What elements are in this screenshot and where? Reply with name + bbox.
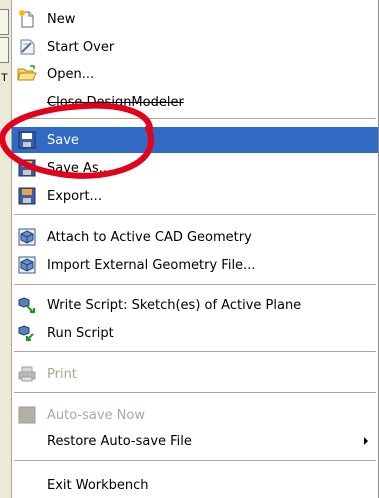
menu-item-import-geometry[interactable]: Import External Geometry File...: [12, 252, 378, 278]
menu-item-label: Close DesignModeler: [47, 94, 184, 110]
menu-item-label: Save As...: [47, 160, 112, 176]
start-over-icon: [17, 38, 37, 56]
new-document-icon: [17, 10, 37, 28]
menu-separator: [14, 392, 376, 393]
background-toolbar-button[interactable]: [0, 37, 9, 63]
menu-item-label: Write Script: Sketch(es) of Active Plane: [47, 297, 302, 313]
menu-item-new[interactable]: New: [12, 6, 378, 32]
background-toolbar-button[interactable]: [0, 9, 9, 35]
menu-item-auto-save-now[interactable]: Auto-save Now: [12, 402, 378, 428]
print-icon: [17, 365, 37, 383]
save-as-icon: [17, 159, 37, 177]
menu-item-save[interactable]: Save: [12, 127, 378, 153]
menu-item-save-as[interactable]: Save As...: [12, 155, 378, 181]
menu-item-attach-cad[interactable]: Attach to Active CAD Geometry: [12, 224, 378, 250]
menu-separator: [14, 214, 376, 215]
blank-icon: [17, 432, 37, 450]
save-disk-icon: [17, 131, 37, 149]
menu-item-close-designmodeler[interactable]: Close DesignModeler: [12, 89, 378, 115]
menu-item-open[interactable]: Open...: [12, 61, 378, 87]
menu-item-label: Export...: [47, 188, 102, 204]
menu-item-label: Restore Auto-save File: [47, 433, 192, 449]
submenu-arrow-icon: [364, 437, 368, 445]
menu-separator: [14, 118, 376, 119]
file-menu: New Start Over Open... Close DesignModel…: [11, 0, 379, 498]
menu-item-label: Auto-save Now: [47, 407, 145, 423]
menu-item-label: Run Script: [47, 325, 114, 341]
import-geometry-icon: [17, 256, 37, 274]
write-script-icon: [17, 296, 37, 314]
menu-item-export[interactable]: Export...: [12, 183, 378, 209]
menu-item-print[interactable]: Print: [12, 361, 378, 387]
menu-item-label: Import External Geometry File...: [47, 257, 256, 273]
menu-item-run-script[interactable]: Run Script: [12, 320, 378, 346]
menu-item-label: Print: [47, 366, 77, 382]
auto-save-icon: [17, 406, 37, 424]
blank-icon: [17, 93, 37, 111]
menu-item-restore-auto-save[interactable]: Restore Auto-save File: [12, 428, 378, 454]
menu-item-write-script[interactable]: Write Script: Sketch(es) of Active Plane: [12, 292, 378, 318]
menu-item-start-over[interactable]: Start Over: [12, 34, 378, 60]
attach-cad-icon: [17, 228, 37, 246]
menu-separator: [14, 284, 376, 285]
blank-icon: [17, 476, 37, 494]
menu-item-label: New: [47, 11, 76, 27]
menu-separator: [14, 351, 376, 352]
open-folder-icon: [17, 65, 37, 83]
menu-item-label: Attach to Active CAD Geometry: [47, 229, 252, 245]
menu-item-exit-workbench[interactable]: Exit Workbench: [12, 472, 378, 498]
menu-item-label: Open...: [47, 66, 95, 82]
menu-item-label: Start Over: [47, 39, 115, 55]
menu-item-label: Save: [47, 132, 79, 148]
menu-item-label: Exit Workbench: [47, 477, 149, 493]
export-icon: [17, 187, 37, 205]
menu-separator: [14, 460, 376, 461]
background-tab-letter: T: [1, 72, 8, 84]
run-script-icon: [17, 324, 37, 342]
screenshot-stage: T New Start Over Open... Close DesignMod…: [0, 0, 379, 498]
